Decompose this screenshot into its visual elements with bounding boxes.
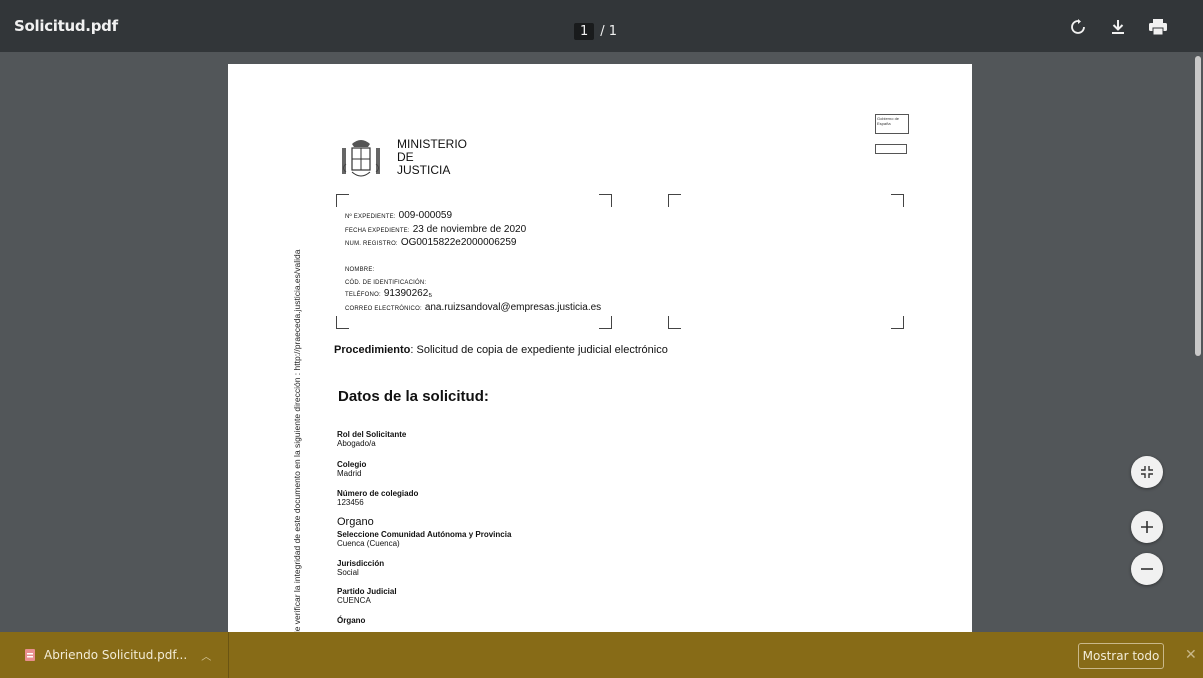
field-value: 123456 bbox=[337, 498, 364, 507]
show-all-button[interactable]: Mostrar todo bbox=[1078, 643, 1164, 669]
download-item[interactable]: Abriendo Solicitud.pdf... ︿ bbox=[0, 632, 229, 678]
pdf-file-icon bbox=[25, 649, 35, 661]
procedimiento-line: Procedimiento: Solicitud de copia de exp… bbox=[334, 344, 668, 356]
organo-heading: Organo bbox=[337, 516, 374, 528]
procedimiento-label: Procedimiento bbox=[334, 344, 411, 356]
field-value: 91390262₅ bbox=[383, 288, 433, 299]
field-value: OG0015822e2000006259 bbox=[400, 237, 517, 248]
zoom-in-button[interactable] bbox=[1131, 511, 1163, 543]
field-label: CÓD. DE IDENTIFICACIÓN: bbox=[345, 280, 427, 286]
download-item-label: Abriendo Solicitud.pdf... bbox=[44, 648, 188, 662]
current-page-input[interactable]: 1 bbox=[574, 22, 595, 40]
frame-corner bbox=[891, 316, 904, 329]
coat-of-arms-logo bbox=[342, 140, 380, 177]
field-rol: Rol del Solicitante Abogado/a bbox=[337, 430, 406, 448]
frame-corner bbox=[599, 194, 612, 207]
expediente-row: Nº EXPEDIENTE: 009-000059 bbox=[345, 210, 452, 221]
fit-page-button[interactable] bbox=[1131, 456, 1163, 488]
field-colegiado: Número de colegiado 123456 bbox=[337, 489, 418, 507]
field-value: CUENCA bbox=[337, 596, 371, 605]
field-value: 009-000059 bbox=[398, 210, 453, 221]
frame-corner bbox=[891, 194, 904, 207]
stamp-box bbox=[875, 144, 907, 154]
field-label: Rol del Solicitante bbox=[337, 430, 407, 439]
registro-row: NUM. REGISTRO: OG0015822e2000006259 bbox=[345, 237, 516, 248]
field-organo: Órgano bbox=[337, 616, 365, 625]
field-label: Partido Judicial bbox=[337, 587, 397, 596]
field-label: FECHA EXPEDIENTE: bbox=[345, 228, 410, 234]
close-icon[interactable]: ✕ bbox=[1185, 646, 1197, 663]
verification-sidebar-text: e53-13a2 | Puede verificar la integridad… bbox=[292, 249, 302, 632]
scrollbar-thumb[interactable] bbox=[1195, 56, 1201, 356]
field-label: NUM. REGISTRO: bbox=[345, 241, 398, 247]
cod-row: CÓD. DE IDENTIFICACIÓN: bbox=[345, 276, 429, 287]
section-title: Datos de la solicitud: bbox=[338, 388, 489, 405]
correo-row: CORREO ELECTRÓNICO: ana.ruizsandoval@empr… bbox=[345, 302, 601, 313]
field-value: Madrid bbox=[337, 469, 362, 478]
frame-corner bbox=[336, 194, 349, 207]
field-label: Jurisdicción bbox=[337, 559, 385, 568]
field-label: Órgano bbox=[337, 616, 366, 625]
frame-corner bbox=[668, 194, 681, 207]
frame-corner bbox=[336, 316, 349, 329]
frame-corner bbox=[599, 316, 612, 329]
field-value: Abogado/a bbox=[337, 439, 376, 448]
field-label: Seleccione Comunidad Autónoma y Provinci… bbox=[337, 530, 512, 539]
chevron-up-icon[interactable]: ︿ bbox=[201, 648, 211, 663]
field-partido: Partido Judicial CUENCA bbox=[337, 587, 397, 605]
field-value: Cuenca (Cuenca) bbox=[337, 539, 400, 548]
zoom-in-icon bbox=[1141, 521, 1153, 533]
field-comunidad: Seleccione Comunidad Autónoma y Provinci… bbox=[337, 530, 511, 548]
rotate-icon[interactable] bbox=[1069, 18, 1087, 36]
ministry-name: MINISTERIO DE JUSTICIA bbox=[397, 138, 467, 177]
pdf-page: e53-13a2 | Puede verificar la integridad… bbox=[228, 64, 972, 632]
download-icon[interactable] bbox=[1109, 18, 1127, 36]
field-label: NOMBRE: bbox=[345, 267, 375, 273]
page-total: / 1 bbox=[600, 23, 618, 39]
field-jurisdiccion: Jurisdicción Social bbox=[337, 559, 384, 577]
field-label: Colegio bbox=[337, 460, 367, 469]
gobierno-stamp: Gobierno de España bbox=[875, 114, 909, 134]
frame-corner bbox=[668, 316, 681, 329]
field-colegio: Colegio Madrid bbox=[337, 460, 366, 478]
print-icon[interactable] bbox=[1149, 18, 1167, 36]
telefono-row: TELÉFONO: 91390262₅ bbox=[345, 288, 432, 299]
download-bar: Abriendo Solicitud.pdf... ︿ Mostrar todo… bbox=[0, 632, 1203, 678]
fit-page-icon bbox=[1141, 466, 1153, 478]
field-label: Nº EXPEDIENTE: bbox=[345, 214, 396, 220]
procedimiento-value: : Solicitud de copia de expediente judic… bbox=[410, 344, 668, 356]
document-title: Solicitud.pdf bbox=[14, 17, 118, 35]
pdf-toolbar: Solicitud.pdf 1 / 1 bbox=[0, 0, 1203, 52]
zoom-out-button[interactable] bbox=[1131, 553, 1163, 585]
page-indicator: 1 / 1 bbox=[574, 21, 617, 41]
ministry-line: JUSTICIA bbox=[397, 163, 451, 177]
scrollbar[interactable] bbox=[1193, 52, 1203, 632]
field-label: TELÉFONO: bbox=[345, 292, 381, 298]
field-label: CORREO ELECTRÓNICO: bbox=[345, 306, 422, 312]
field-value: Social bbox=[337, 568, 359, 577]
nombre-row: NOMBRE: bbox=[345, 263, 377, 274]
field-label: Número de colegiado bbox=[337, 489, 419, 498]
zoom-out-icon bbox=[1141, 568, 1153, 570]
field-value: 23 de noviembre de 2020 bbox=[412, 224, 527, 235]
fecha-row: FECHA EXPEDIENTE: 23 de noviembre de 2020 bbox=[345, 224, 526, 235]
field-value: ana.ruizsandoval@empresas.justicia.es bbox=[424, 302, 602, 313]
